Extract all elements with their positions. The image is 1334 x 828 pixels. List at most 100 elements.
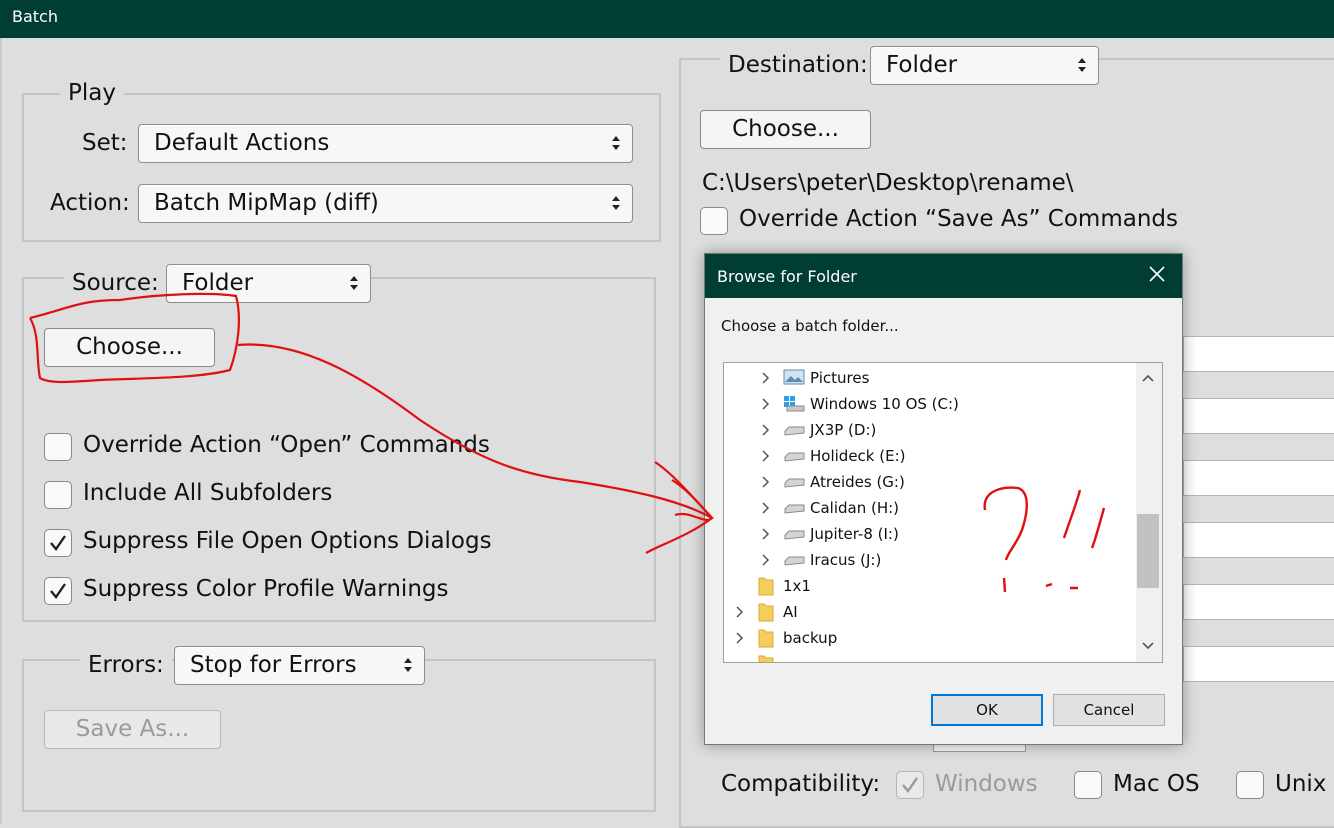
destination-label: Destination: xyxy=(720,52,876,78)
tree-item-label: Pictures xyxy=(810,369,870,387)
chevron-right-icon[interactable] xyxy=(762,528,770,540)
errors-select[interactable]: Stop for Errors xyxy=(174,646,425,685)
tree-item[interactable]: Pictures xyxy=(724,365,1134,391)
folder-icon xyxy=(758,655,774,662)
destination-path: C:\Users\peter\Desktop\rename\ xyxy=(702,170,1074,196)
source-choose-button[interactable]: Choose... xyxy=(44,328,215,367)
drive-icon xyxy=(784,452,805,462)
errors-label: Errors: xyxy=(80,652,172,678)
tree-scrollbar[interactable] xyxy=(1136,363,1162,662)
source-select-value: Folder xyxy=(182,270,254,296)
compat-windows-checkbox[interactable] xyxy=(896,771,924,799)
chevron-right-icon[interactable] xyxy=(762,450,770,462)
ok-button[interactable]: OK xyxy=(931,694,1043,726)
checkmark-icon xyxy=(902,777,918,793)
set-select-value: Default Actions xyxy=(154,130,330,156)
folder-icon xyxy=(758,629,774,648)
chevron-down-icon[interactable] xyxy=(1141,641,1155,651)
windows-drive-icon xyxy=(784,396,805,412)
folder-icon xyxy=(758,577,774,596)
action-label: Action: xyxy=(50,190,130,216)
scrollbar-thumb[interactable] xyxy=(1137,514,1159,588)
include-subfolders-label: Include All Subfolders xyxy=(83,480,333,506)
tree-item[interactable]: 1x1 xyxy=(724,573,1134,599)
tree-item[interactable]: AI xyxy=(724,599,1134,625)
select-arrows-icon xyxy=(612,136,620,150)
tree-item[interactable]: Holideck (E:) xyxy=(724,443,1134,469)
select-arrows-icon xyxy=(1078,58,1086,72)
file-naming-field-4[interactable] xyxy=(1183,522,1334,558)
tree-item-label: Atreides (G:) xyxy=(810,473,905,491)
suppress-color-warnings-checkbox[interactable] xyxy=(44,577,72,605)
tree-item-label: 1x1 xyxy=(783,577,811,595)
chevron-right-icon[interactable] xyxy=(736,606,744,618)
file-naming-field-6[interactable] xyxy=(1183,646,1334,682)
chevron-right-icon[interactable] xyxy=(762,502,770,514)
compat-unix-checkbox[interactable] xyxy=(1236,771,1264,799)
chevron-right-icon[interactable] xyxy=(762,398,770,410)
tree-item[interactable]: Calidan (H:) xyxy=(724,495,1134,521)
set-label: Set: xyxy=(82,130,128,156)
tree-item-label: Windows 10 OS (C:) xyxy=(810,395,959,413)
compat-windows-label: Windows xyxy=(935,771,1038,797)
file-naming-field-1[interactable] xyxy=(1183,336,1334,372)
destination-select[interactable]: Folder xyxy=(870,46,1099,85)
tree-item[interactable]: Jupiter-8 (I:) xyxy=(724,521,1134,547)
suppress-open-options-checkbox[interactable] xyxy=(44,529,72,557)
file-naming-field-5[interactable] xyxy=(1183,584,1334,620)
override-save-as-label: Override Action “Save As” Commands xyxy=(739,206,1178,232)
window-title: Batch xyxy=(12,7,58,26)
tree-item[interactable]: Iracus (J:) xyxy=(724,547,1134,573)
dialog-prompt: Choose a batch folder... xyxy=(721,317,899,335)
override-open-checkbox[interactable] xyxy=(44,433,72,461)
tree-item-label: JX3P (D:) xyxy=(810,421,877,439)
dialog-titlebar: Browse for Folder xyxy=(705,254,1182,298)
tree-item-label: Jupiter-8 (I:) xyxy=(810,525,899,543)
include-subfolders-checkbox[interactable] xyxy=(44,481,72,509)
drive-icon xyxy=(784,530,805,540)
folder-icon xyxy=(758,603,774,622)
tree-item[interactable]: Atreides (G:) xyxy=(724,469,1134,495)
save-as-button[interactable]: Save As... xyxy=(44,710,221,749)
checkmark-icon xyxy=(50,583,66,599)
tree-item-partial[interactable] xyxy=(724,651,1134,662)
chevron-right-icon[interactable] xyxy=(762,372,770,384)
chevron-up-icon[interactable] xyxy=(1141,373,1155,383)
chevron-right-icon[interactable] xyxy=(736,632,744,644)
file-naming-field-3[interactable] xyxy=(1183,460,1334,496)
close-icon[interactable] xyxy=(1146,263,1168,285)
tree-item[interactable]: JX3P (D:) xyxy=(724,417,1134,443)
pictures-icon xyxy=(783,369,805,385)
file-naming-field-2[interactable] xyxy=(1183,398,1334,434)
override-save-as-checkbox[interactable] xyxy=(700,207,728,235)
drive-icon xyxy=(784,478,805,488)
folder-tree[interactable]: Pictures Windows 10 OS (C:) JX3P (D:) Ho… xyxy=(723,362,1163,663)
source-label: Source: xyxy=(64,270,167,296)
play-legend: Play xyxy=(60,80,124,106)
tree-item-label: Iracus (J:) xyxy=(810,551,882,569)
select-arrows-icon xyxy=(404,658,412,672)
tree-item-label: AI xyxy=(783,603,798,621)
destination-choose-button[interactable]: Choose... xyxy=(700,110,871,149)
set-select[interactable]: Default Actions xyxy=(138,124,633,163)
source-select[interactable]: Folder xyxy=(166,264,371,303)
compat-macos-label: Mac OS xyxy=(1113,771,1200,797)
tree-item-label: Calidan (H:) xyxy=(810,499,900,517)
tree-item[interactable]: Windows 10 OS (C:) xyxy=(724,391,1134,417)
compat-unix-label: Unix xyxy=(1275,771,1327,797)
action-select[interactable]: Batch MipMap (diff) xyxy=(138,184,633,223)
tree-item[interactable]: backup xyxy=(724,625,1134,651)
select-arrows-icon xyxy=(350,276,358,290)
window-titlebar: Batch xyxy=(0,0,1334,38)
chevron-right-icon[interactable] xyxy=(762,476,770,488)
chevron-right-icon[interactable] xyxy=(762,554,770,566)
select-arrows-icon xyxy=(612,196,620,210)
drive-icon xyxy=(784,504,805,514)
drive-icon xyxy=(784,556,805,566)
cancel-button[interactable]: Cancel xyxy=(1053,694,1165,726)
compat-macos-checkbox[interactable] xyxy=(1074,771,1102,799)
chevron-right-icon[interactable] xyxy=(762,424,770,436)
suppress-color-warnings-label: Suppress Color Profile Warnings xyxy=(83,576,449,602)
action-select-value: Batch MipMap (diff) xyxy=(154,190,379,216)
suppress-open-options-label: Suppress File Open Options Dialogs xyxy=(83,528,492,554)
